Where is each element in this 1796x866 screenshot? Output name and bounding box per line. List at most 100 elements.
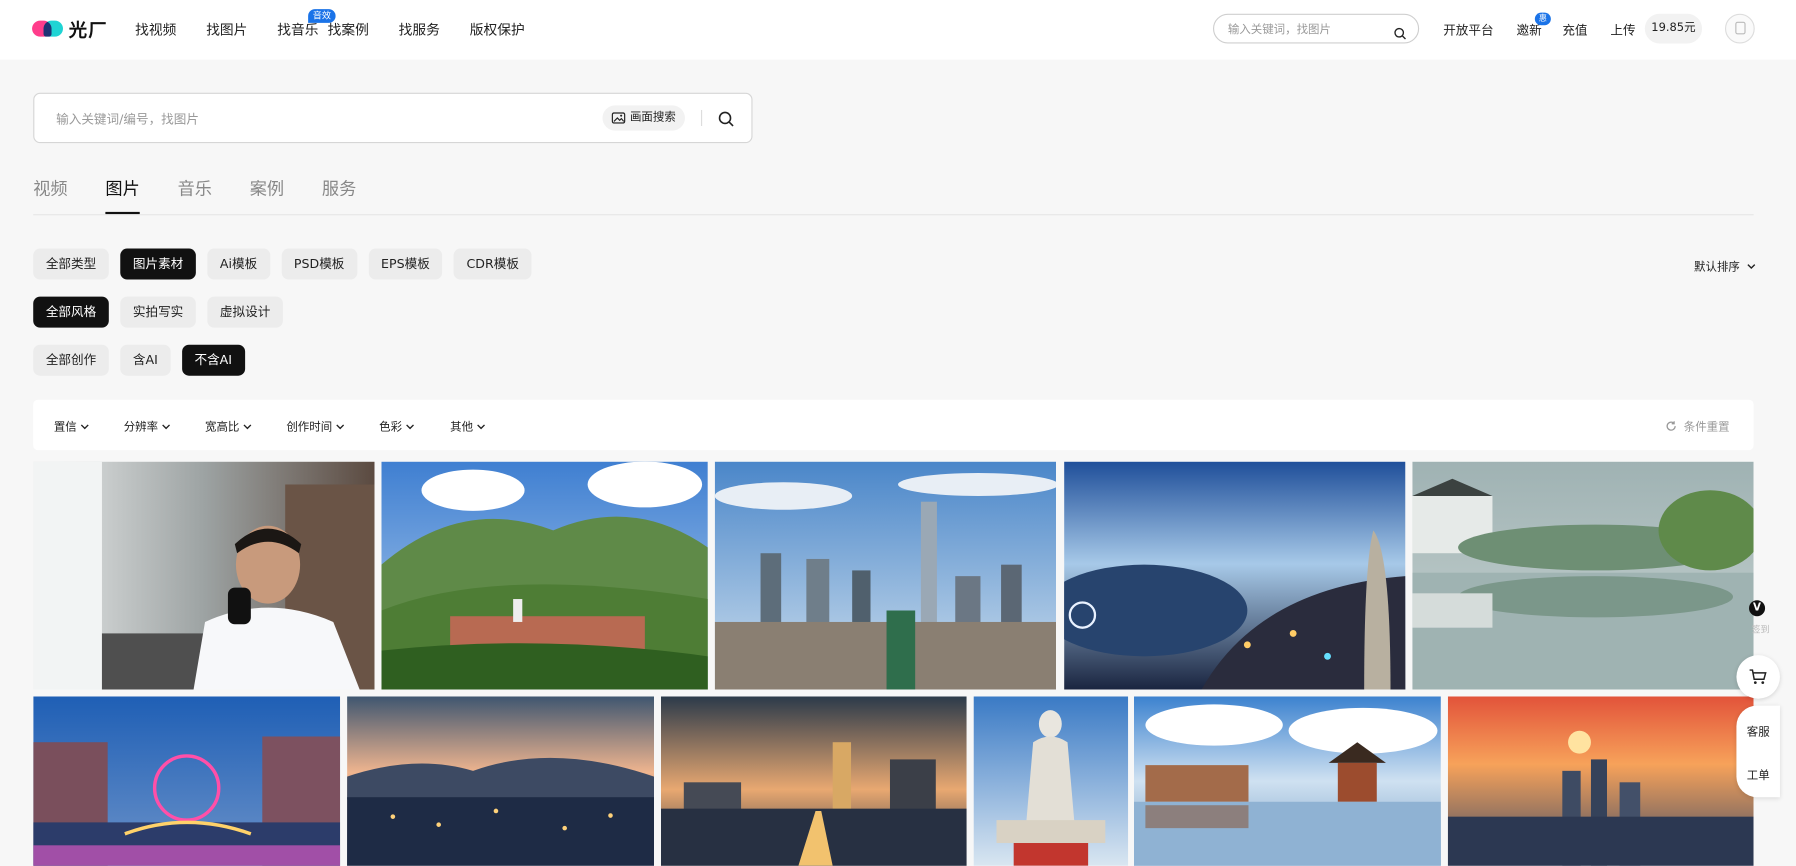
sort-dropdown[interactable]: 默认排序 [1694,257,1756,274]
nav-find-music[interactable]: 找音乐 音效 [277,9,336,38]
refresh-icon [1666,420,1676,431]
image-search-label: 画面搜索 [629,111,676,124]
main-search-input[interactable] [53,107,586,131]
avatar[interactable] [1724,13,1755,44]
reset-filters-button[interactable]: 条件重置 [1665,417,1730,434]
chip-realistic[interactable]: 实拍写实 [120,296,196,328]
ticket-button[interactable]: 工单 [1747,765,1770,783]
chevron-down-icon [1747,264,1756,269]
tab-case[interactable]: 案例 [250,176,284,213]
filter-color-label: 色彩 [379,421,403,435]
image-tile[interactable] [33,696,341,866]
bridge-sunset-city-photo [660,696,967,866]
image-tile[interactable] [1412,461,1754,690]
chip-virtual-design[interactable]: 虚拟设计 [207,296,283,328]
nav-find-service[interactable]: 找服务 [399,19,440,38]
filter-creation-time[interactable]: 创作时间 [286,417,345,434]
chip-with-ai[interactable]: 含AI [120,344,171,376]
nav-find-image[interactable]: 找图片 [206,19,247,38]
nav-find-video[interactable]: 找视频 [135,19,176,38]
image-tile[interactable] [1064,461,1406,690]
account-balance[interactable]: 19.85元 [1644,13,1703,44]
image-tile[interactable] [714,461,1057,690]
avatar-placeholder-icon [1735,21,1746,35]
checkin-caption: 签到 [1751,624,1770,635]
header-search [1212,13,1420,45]
chevron-down-icon [162,424,171,430]
cart-button[interactable] [1736,655,1780,699]
tab-service[interactable]: 服务 [322,176,356,213]
image-tile[interactable] [660,696,967,866]
tab-music[interactable]: 音乐 [178,176,212,213]
filter-color[interactable]: 色彩 [379,417,415,434]
search-icon[interactable] [1394,23,1407,45]
pavilion-reflection-photo [1133,696,1441,866]
top-navigation-bar: 光厂 找视频 找图片 找音乐 音效 找案例 找服务 版权保护 开放平台 邀新 惠 [0,0,1796,60]
creation-filter-row: 全部创作 含AI 不含AI [33,344,256,376]
chip-all-creation[interactable]: 全部创作 [33,344,109,376]
chip-all-types[interactable]: 全部类型 [33,248,109,280]
misty-lake-village-photo [1412,461,1754,690]
style-filter-row: 全部风格 实拍写实 虚拟设计 [33,296,294,328]
category-tabs: 视频 图片 音乐 案例 服务 [33,176,394,215]
filter-other-label: 其他 [450,421,474,435]
tabs-divider [33,214,1754,216]
main-nav: 找视频 找图片 找音乐 音效 找案例 找服务 版权保护 [135,9,554,38]
ferris-wheel-night-photo [33,696,341,866]
filter-aspect-ratio[interactable]: 宽高比 [205,417,252,434]
sort-label: 默认排序 [1694,261,1740,274]
nav-find-case[interactable]: 找案例 [328,19,369,38]
filter-resolution[interactable]: 分辨率 [124,417,171,434]
sunset-skyline-photo [1447,696,1754,866]
upload-link[interactable]: 上传 [1610,21,1635,39]
tab-video[interactable]: 视频 [33,176,67,213]
chevron-down-icon [336,424,345,430]
tab-image[interactable]: 图片 [105,176,140,215]
chip-ai-template[interactable]: Ai模板 [207,248,270,280]
filter-confidence-label: 置信 [53,421,77,435]
image-tile[interactable] [1447,696,1754,866]
chevron-down-icon [406,424,415,430]
harbor-dusk-photo [347,696,655,866]
header-search-input[interactable] [1225,19,1391,41]
open-platform-link[interactable]: 开放平台 [1443,21,1493,39]
chip-without-ai[interactable]: 不含AI [181,344,245,376]
page: 光厂 找视频 找图片 找音乐 音效 找案例 找服务 版权保护 开放平台 邀新 惠 [0,0,1796,866]
image-tile[interactable] [347,696,655,866]
businessman-phone-photo [33,461,375,690]
image-search-button[interactable]: 画面搜索 [602,105,685,131]
invite-link[interactable]: 邀新 惠 [1516,12,1551,39]
chevron-down-icon [81,424,89,430]
main-search-box: 画面搜索 [33,92,753,144]
image-tile[interactable] [33,461,375,690]
chip-all-styles[interactable]: 全部风格 [33,296,109,328]
nav-copyright[interactable]: 版权保护 [470,19,525,38]
advanced-filter-bar: 置信 分辨率 宽高比 创作时间 色彩 其他 条件重置 [33,399,1754,451]
image-tile[interactable] [381,461,708,690]
nav-find-music-label: 找音乐 [277,21,319,38]
filter-other[interactable]: 其他 [450,417,486,434]
filter-confidence[interactable]: 置信 [54,417,90,434]
statue-photo [973,696,1129,866]
filter-aspect-ratio-label: 宽高比 [205,421,240,435]
vip-checkin-icon[interactable]: V [1749,600,1766,617]
image-tile[interactable] [973,696,1129,866]
city-skyline-photo [714,461,1057,690]
chip-image-material[interactable]: 图片素材 [120,248,196,280]
brand-logo[interactable]: 光厂 [32,16,108,41]
image-tile[interactable] [1133,696,1441,866]
customer-service-button[interactable]: 客服 [1747,722,1770,739]
invite-link-label: 邀新 [1516,22,1542,38]
filter-resolution-label: 分辨率 [123,421,159,435]
night-waterfront-photo [1064,461,1406,690]
type-filter-row: 全部类型 图片素材 Ai模板 PSD模板 EPS模板 CDR模板 [33,248,543,280]
chip-psd-template[interactable]: PSD模板 [281,248,358,280]
search-icon[interactable] [718,110,734,132]
chip-eps-template[interactable]: EPS模板 [368,248,443,280]
image-search-icon [611,112,626,124]
chip-cdr-template[interactable]: CDR模板 [453,248,532,280]
search-divider [700,109,703,126]
logo-icon [32,18,64,39]
chevron-down-icon [243,424,252,430]
recharge-link[interactable]: 充值 [1562,21,1587,39]
